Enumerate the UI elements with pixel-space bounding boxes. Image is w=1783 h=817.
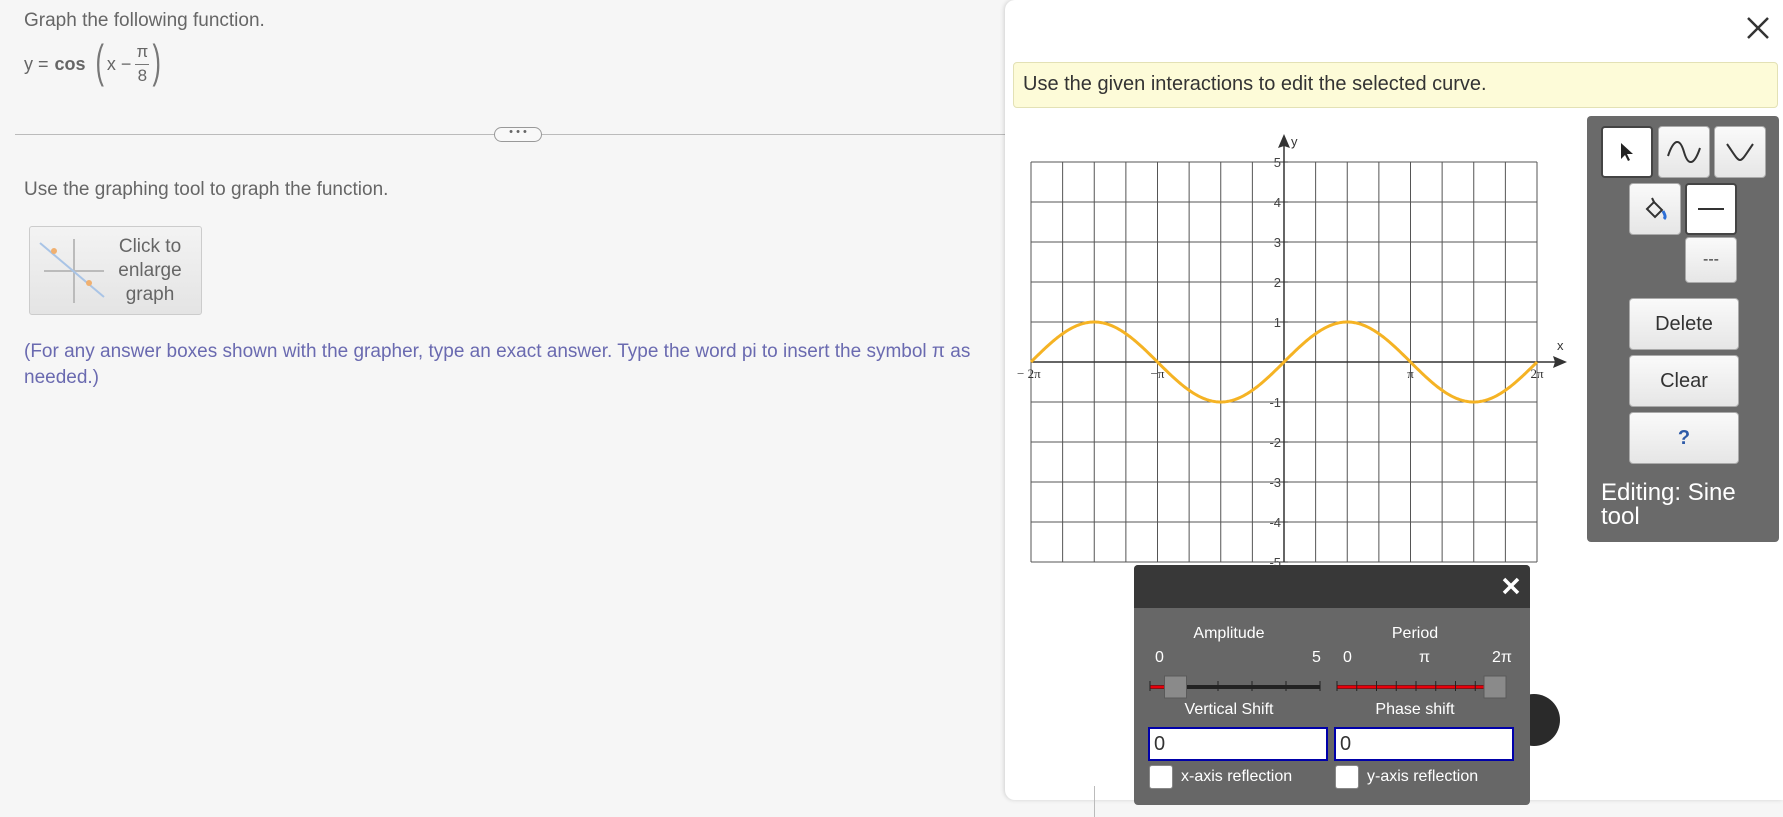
expand-more-button[interactable]: • • • (494, 127, 542, 142)
function-equation: y = cos ( x − π 8 ) (24, 36, 165, 92)
amplitude-label: Amplitude (1193, 625, 1265, 642)
sine-wave-icon (1667, 141, 1701, 163)
delete-button[interactable]: Delete (1629, 298, 1739, 350)
y-tick-label: 1 (1274, 315, 1281, 330)
answer-note: (For any answer boxes shown with the gra… (24, 341, 971, 388)
help-button[interactable]: ? (1629, 412, 1739, 464)
solid-line-icon (1698, 208, 1724, 210)
left-paren: ( (94, 35, 104, 87)
equation-lhs: y = (24, 53, 49, 74)
question-title: Graph the following function. (24, 10, 265, 31)
phase-shift-label: Phase shift (1375, 701, 1455, 718)
equation-function: cos (54, 53, 86, 74)
x-axis-arrow-icon (1553, 356, 1567, 368)
fraction-numerator: π (136, 41, 149, 61)
editing-status: Editing: Sine tool (1601, 479, 1736, 530)
graph-thumbnail-icon (39, 239, 105, 303)
vertical-shift-input[interactable]: 0 (1148, 727, 1328, 761)
sine-tool-button[interactable] (1658, 126, 1710, 178)
clear-button[interactable]: Clear (1629, 355, 1739, 407)
v-shape-icon (1726, 143, 1754, 162)
fraction-denominator: 8 (137, 65, 148, 85)
color-fill-button[interactable] (1629, 183, 1681, 235)
y-tick-label: -1 (1269, 395, 1281, 410)
arrow-pointer-icon (1621, 143, 1633, 161)
period-slider[interactable] (1336, 675, 1507, 699)
y-tick-label: 5 (1274, 155, 1281, 170)
right-paren: ) (152, 35, 162, 87)
y-tick-label: 3 (1274, 235, 1281, 250)
close-icon[interactable] (1742, 12, 1774, 44)
hint-banner: Use the given interactions to edit the s… (1013, 62, 1778, 108)
x-axis-reflection-label: x-axis reflection (1181, 768, 1293, 785)
paint-bucket-icon (1645, 197, 1667, 221)
panel-header (1134, 565, 1530, 608)
x-axis-reflection-checkbox[interactable] (1149, 765, 1173, 789)
vertical-shift-label: Vertical Shift (1184, 701, 1274, 718)
x-tick-label: π (1407, 366, 1414, 381)
slider-handle[interactable] (1483, 675, 1507, 699)
y-axis-arrow-icon (1278, 134, 1290, 148)
y-tick-label: -2 (1269, 435, 1281, 450)
graph-canvas[interactable]: xy− 2π −π π 2π-5-4-3-2-112345 (1010, 126, 1570, 566)
absolute-value-tool-button[interactable] (1714, 126, 1766, 178)
scroll-divider (1094, 786, 1095, 817)
tick-labels: xy− 2π −π π 2π-5-4-3-2-112345 (1017, 134, 1564, 566)
select-tool-button[interactable] (1601, 126, 1653, 178)
y-tick-label: 2 (1274, 275, 1281, 290)
enlarge-graph-button[interactable]: Click to enlarge graph (29, 226, 202, 315)
equation-fraction: π 8 (135, 41, 150, 85)
amplitude-slider[interactable] (1149, 675, 1321, 699)
sine-properties-panel: Amplitude Period 0 5 0 π 2π Vertical Shi… (1134, 565, 1530, 805)
x-axis-label: x (1557, 338, 1564, 353)
slider-handle[interactable] (1164, 675, 1187, 699)
close-panel-icon[interactable] (1500, 575, 1522, 597)
y-axis-label: y (1291, 134, 1298, 149)
graph-instruction: Use the graphing tool to graph the funct… (24, 179, 389, 200)
equation-x: x − (106, 53, 132, 74)
sliders (1149, 675, 1507, 699)
y-tick-label: -4 (1269, 515, 1281, 530)
y-tick-label: -3 (1269, 475, 1281, 490)
dashed-line-button[interactable]: --- (1685, 237, 1737, 283)
solid-line-button[interactable] (1685, 183, 1737, 235)
y-axis-reflection-checkbox[interactable] (1335, 765, 1359, 789)
y-axis-reflection-label: y-axis reflection (1367, 768, 1479, 785)
enlarge-graph-label: Click to enlarge graph (118, 236, 182, 305)
x-tick-label: − 2π (1017, 366, 1041, 381)
phase-shift-input[interactable]: 0 (1334, 727, 1514, 761)
y-tick-label: 4 (1274, 195, 1281, 210)
period-label: Period (1391, 625, 1439, 642)
fraction-bar (135, 63, 150, 65)
